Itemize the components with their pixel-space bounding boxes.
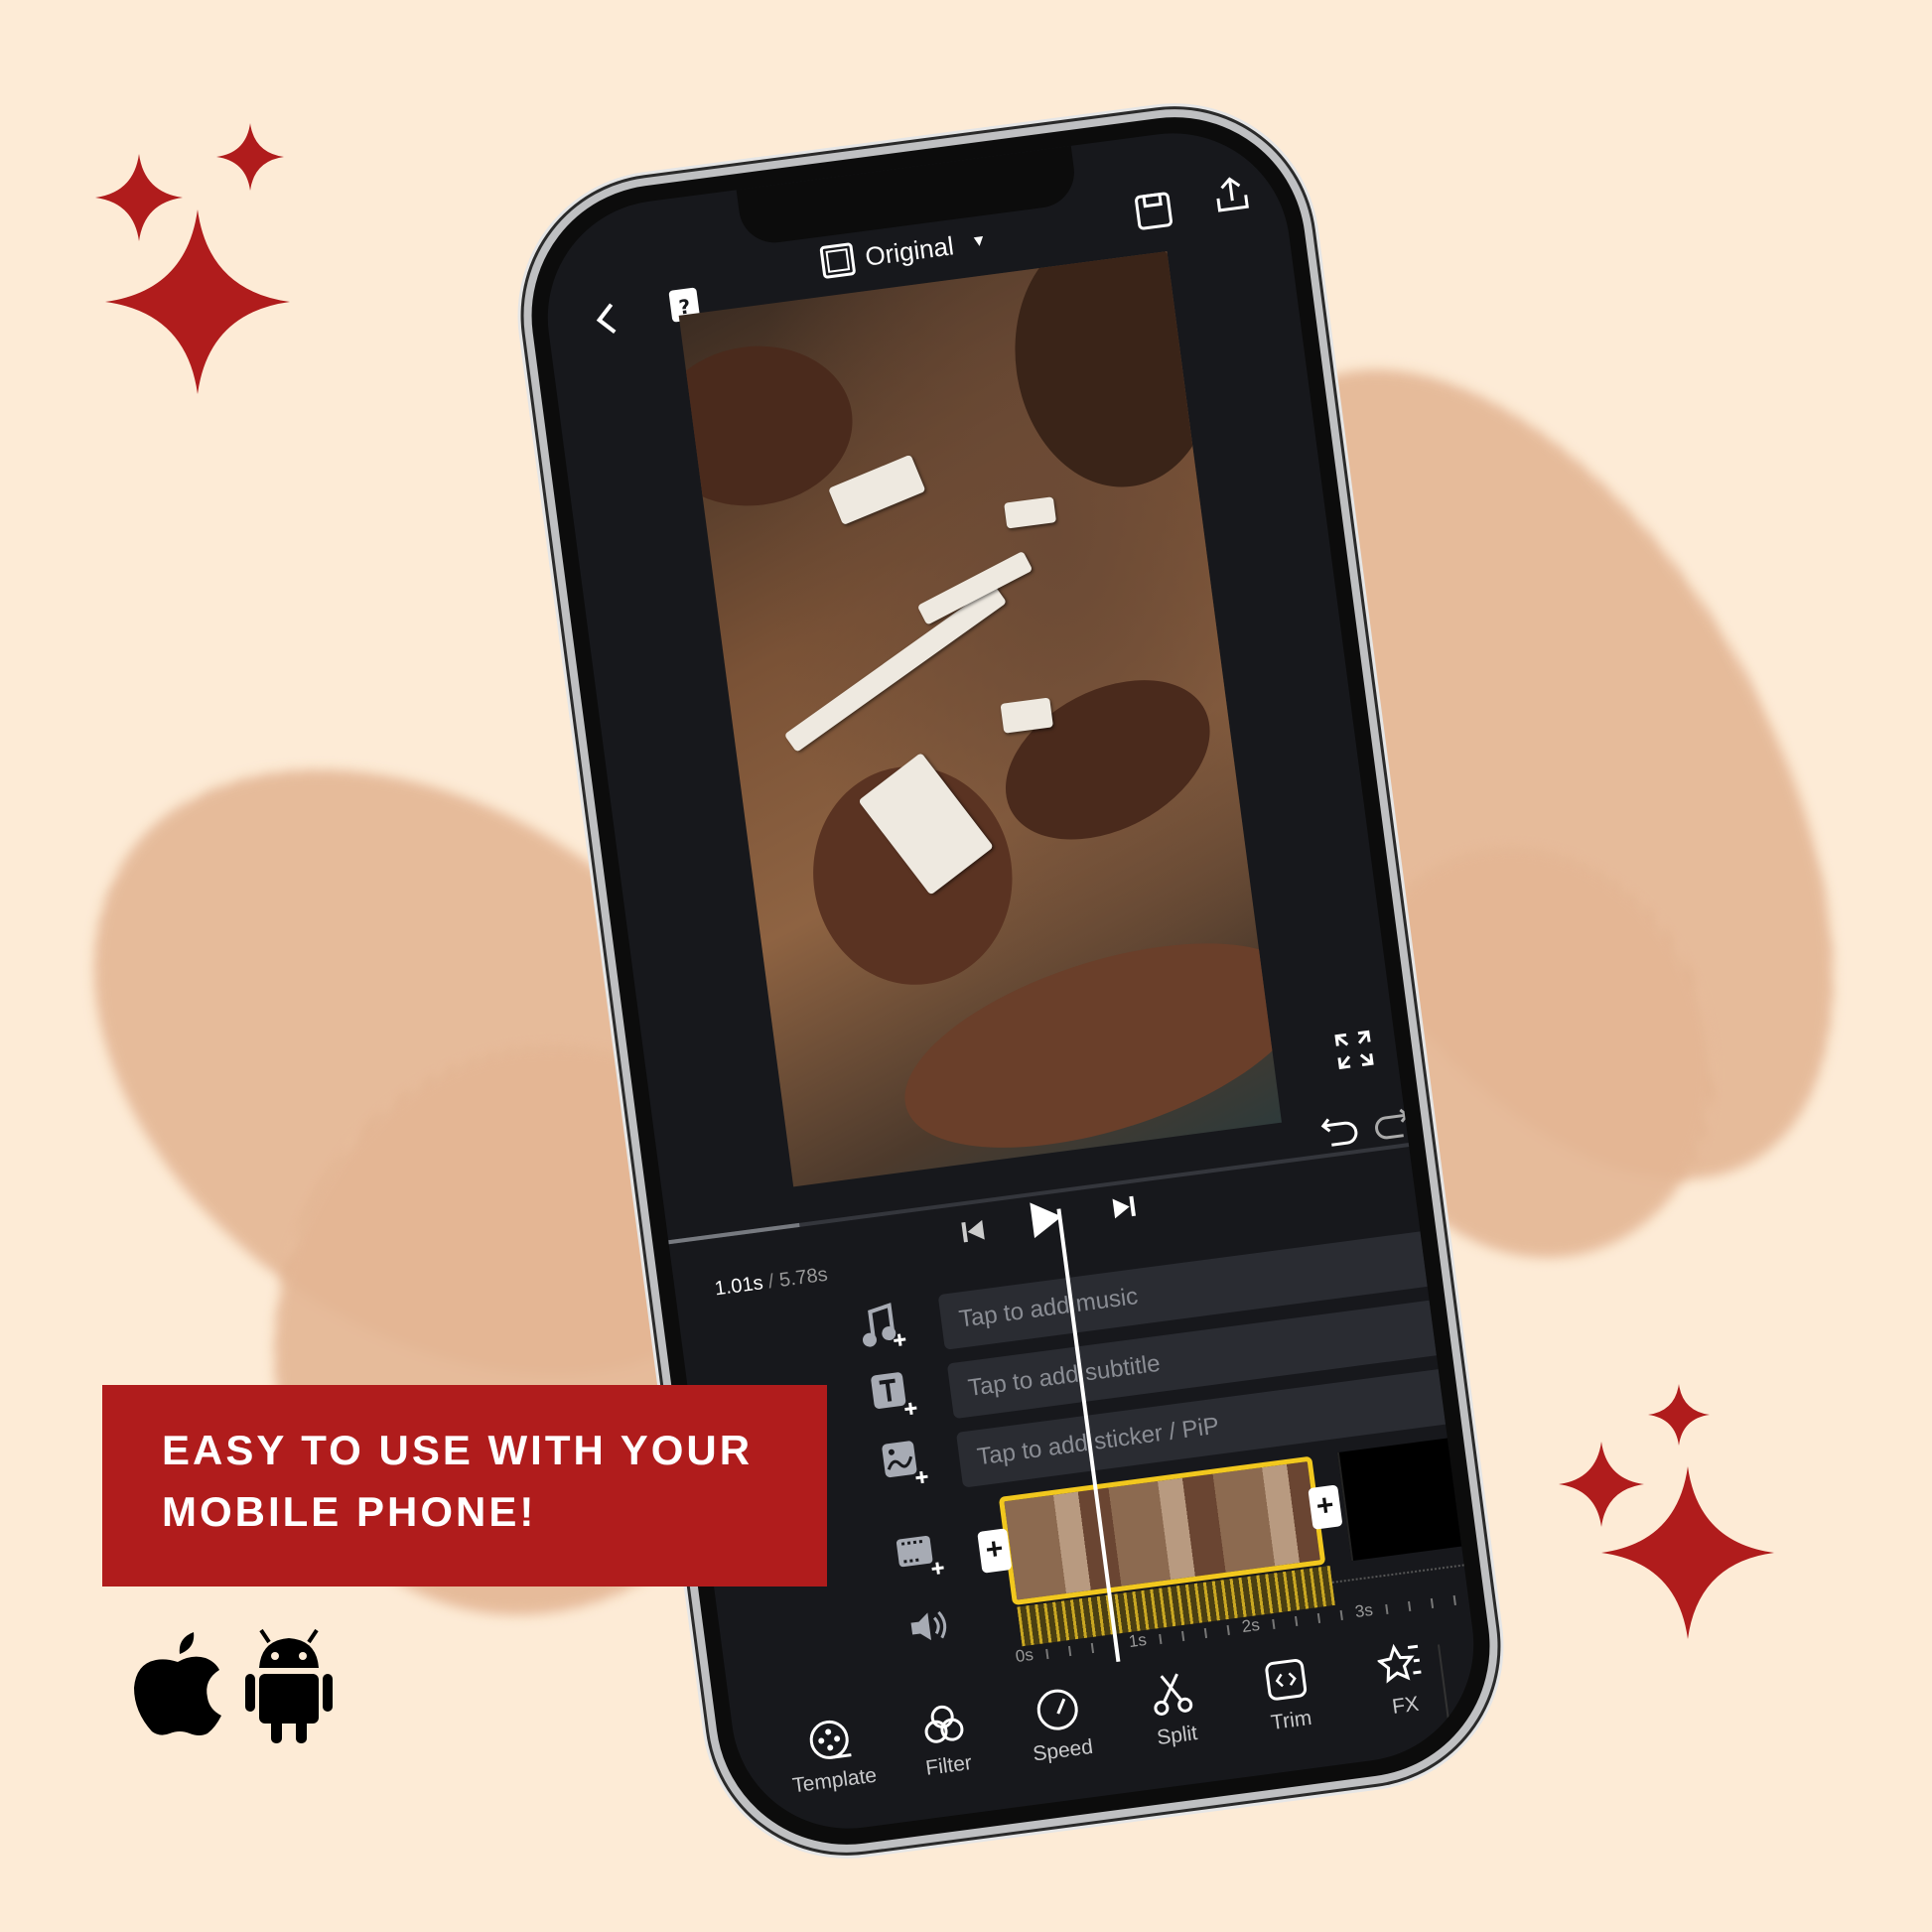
add-sticker-icon[interactable] bbox=[880, 1437, 935, 1490]
ruler-tick bbox=[1180, 1630, 1185, 1642]
add-clip-icon[interactable] bbox=[894, 1529, 951, 1581]
back-icon[interactable] bbox=[589, 298, 623, 342]
time-separator: / bbox=[766, 1270, 775, 1294]
toolbar-template-button[interactable]: Template bbox=[772, 1711, 891, 1800]
aspect-icon bbox=[819, 242, 856, 279]
add-subtitle-icon[interactable] bbox=[868, 1368, 923, 1422]
toolbar-label: Template bbox=[790, 1763, 879, 1798]
skip-back-icon[interactable] bbox=[956, 1214, 990, 1248]
toolbar-label: Split bbox=[1155, 1722, 1199, 1750]
skip-forward-icon[interactable] bbox=[1108, 1190, 1142, 1224]
redo-icon[interactable] bbox=[1370, 1103, 1414, 1142]
toolbar-label: Filter bbox=[923, 1750, 974, 1780]
ruler-tick bbox=[1203, 1627, 1208, 1639]
progress-fill bbox=[668, 1222, 800, 1245]
headline-line-1: EASY TO USE WITH YOUR bbox=[162, 1427, 754, 1473]
ruler-tick bbox=[1339, 1609, 1343, 1621]
ruler-tick bbox=[1159, 1633, 1163, 1645]
speed-icon bbox=[1036, 1689, 1078, 1730]
phone-mockup: ? Original ▼ 1.01s / 5.78s Tap to add mu… bbox=[506, 92, 1515, 1869]
toolbar-label: Trim bbox=[1269, 1706, 1313, 1735]
sticker-track-placeholder: Tap to add sticker / PiP bbox=[975, 1412, 1221, 1471]
android-icon bbox=[245, 1628, 333, 1743]
toolbar-fx-button[interactable]: FX bbox=[1343, 1636, 1461, 1725]
save-icon[interactable] bbox=[1132, 189, 1176, 233]
ruler-tick bbox=[1067, 1645, 1072, 1657]
fx-star-icon bbox=[1376, 1643, 1422, 1684]
headline-line-2: MOBILE PHONE! bbox=[162, 1488, 537, 1535]
filter-icon bbox=[924, 1705, 964, 1743]
sparkle-icon bbox=[216, 123, 284, 191]
ruler-tick bbox=[1272, 1618, 1276, 1630]
ruler-label: 3s bbox=[1353, 1599, 1374, 1622]
sparkle-icon bbox=[1559, 1442, 1644, 1527]
toolbar-speed-button[interactable]: Speed bbox=[1001, 1681, 1119, 1770]
toolbar-filter-button[interactable]: Filter bbox=[887, 1696, 1005, 1785]
scissors-icon bbox=[1154, 1673, 1193, 1716]
empty-audio bbox=[1331, 1563, 1472, 1584]
chevron-down-icon: ▼ bbox=[970, 231, 989, 251]
volume-icon[interactable] bbox=[905, 1603, 956, 1649]
ruler-label: 1s bbox=[1127, 1629, 1148, 1652]
aspect-label: Original bbox=[863, 229, 956, 272]
phone-notch bbox=[736, 145, 1079, 247]
toolbar-label: Speed bbox=[1032, 1734, 1095, 1766]
sparkle-icon bbox=[1648, 1384, 1710, 1446]
ruler-tick bbox=[1452, 1594, 1456, 1606]
current-time: 1.01s bbox=[713, 1272, 764, 1301]
ruler-tick bbox=[1316, 1612, 1321, 1624]
ruler-tick bbox=[1226, 1624, 1230, 1636]
ruler-label: 2s bbox=[1240, 1614, 1261, 1637]
ruler-tick bbox=[1385, 1603, 1389, 1615]
ruler-tick bbox=[1430, 1597, 1435, 1609]
ruler-tick bbox=[1295, 1615, 1299, 1627]
template-icon bbox=[809, 1720, 852, 1759]
trim-icon bbox=[1265, 1658, 1308, 1701]
ruler-tick bbox=[1045, 1648, 1049, 1660]
toolbar-trim-button[interactable]: Trim bbox=[1229, 1651, 1347, 1740]
ruler-label: 0s bbox=[1014, 1644, 1035, 1667]
fullscreen-icon[interactable] bbox=[1332, 1028, 1377, 1072]
subtitle-track-placeholder: Tap to add subtitle bbox=[966, 1349, 1163, 1402]
toolbar-split-button[interactable]: Split bbox=[1115, 1666, 1233, 1755]
apple-icon bbox=[134, 1632, 221, 1735]
ruler-label: 4s bbox=[1466, 1585, 1488, 1607]
ruler-tick bbox=[1408, 1600, 1412, 1612]
ruler-tick bbox=[1090, 1642, 1095, 1654]
add-music-icon[interactable] bbox=[857, 1299, 912, 1352]
undo-icon[interactable] bbox=[1317, 1110, 1361, 1149]
video-preview[interactable] bbox=[678, 251, 1282, 1187]
add-before-button[interactable]: + bbox=[977, 1528, 1013, 1574]
next-clip[interactable] bbox=[1336, 1437, 1470, 1562]
total-time: 5.78s bbox=[777, 1263, 830, 1292]
sparkle-icon bbox=[95, 154, 183, 241]
add-transition-button[interactable]: + bbox=[1308, 1484, 1343, 1530]
share-icon[interactable] bbox=[1209, 173, 1254, 217]
toolbar-delete-button[interactable]: Delete bbox=[1457, 1621, 1488, 1711]
promo-banner: EASY TO USE WITH YOUR MOBILE PHONE! bbox=[102, 1385, 827, 1587]
time-readout: 1.01s / 5.78s bbox=[714, 1264, 830, 1302]
music-track-placeholder: Tap to add music bbox=[957, 1283, 1140, 1333]
toolbar-label: FX bbox=[1390, 1692, 1421, 1719]
